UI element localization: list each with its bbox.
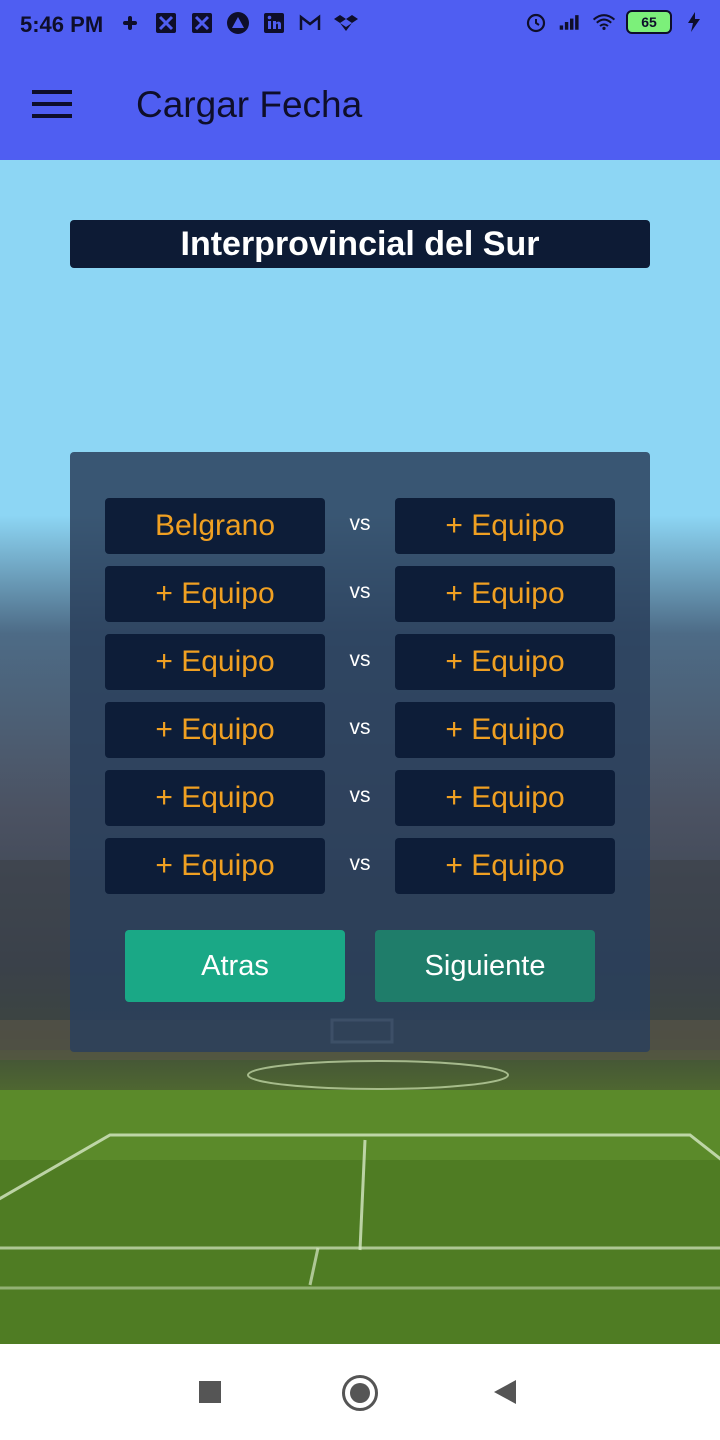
status-bar: 5:46 PM 65	[0, 0, 720, 50]
navigation-bar	[0, 1344, 720, 1440]
app-icon	[154, 11, 178, 35]
page-title: Cargar Fecha	[136, 84, 363, 125]
vs-label: vs	[349, 852, 371, 875]
vs-label: vs	[349, 648, 371, 671]
linkedin-icon	[262, 11, 286, 35]
match-row: Belgrano vs + Equipo	[105, 498, 615, 554]
vs-label: vs	[349, 580, 371, 603]
matches-panel: Belgrano vs + Equipo + Equipo vs + Equip…	[70, 452, 650, 1052]
home-team-button[interactable]: + Equipo	[105, 702, 325, 758]
vs-label: vs	[349, 512, 371, 535]
menu-icon[interactable]	[32, 90, 72, 120]
back-icon[interactable]	[494, 1380, 516, 1404]
dropbox-icon	[334, 11, 358, 35]
wifi-icon	[592, 10, 616, 34]
away-team-button[interactable]: + Equipo	[395, 566, 615, 622]
home-team-button[interactable]: + Equipo	[105, 566, 325, 622]
notification-icons	[118, 11, 358, 35]
app-icon	[190, 11, 214, 35]
home-team-button[interactable]: Belgrano	[105, 498, 325, 554]
vs-label: vs	[349, 784, 371, 807]
system-icons: 65	[524, 10, 706, 34]
battery-level: 65	[641, 14, 657, 30]
away-team-button[interactable]: + Equipo	[395, 770, 615, 826]
home-icon[interactable]	[342, 1375, 378, 1411]
triangle-app-icon	[226, 11, 250, 35]
status-time: 5:46 PM	[20, 12, 104, 37]
slack-icon	[118, 11, 142, 35]
gmail-icon	[298, 11, 322, 35]
back-button[interactable]: Atras	[125, 930, 345, 1002]
signal-icon	[558, 10, 582, 34]
home-team-button[interactable]: + Equipo	[105, 634, 325, 690]
home-team-button[interactable]: + Equipo	[105, 838, 325, 894]
away-team-button[interactable]: + Equipo	[395, 498, 615, 554]
away-team-button[interactable]: + Equipo	[395, 838, 615, 894]
match-row: + Equipo vs + Equipo	[105, 770, 615, 826]
away-team-button[interactable]: + Equipo	[395, 634, 615, 690]
recents-icon[interactable]	[199, 1381, 221, 1403]
away-team-button[interactable]: + Equipo	[395, 702, 615, 758]
home-team-button[interactable]: + Equipo	[105, 770, 325, 826]
alarm-icon	[524, 10, 548, 34]
vs-label: vs	[349, 716, 371, 739]
match-row: + Equipo vs + Equipo	[105, 838, 615, 894]
match-row: + Equipo vs + Equipo	[105, 634, 615, 690]
match-row: + Equipo vs + Equipo	[105, 566, 615, 622]
battery-icon: 65	[626, 10, 672, 34]
next-button[interactable]: Siguiente	[375, 930, 595, 1002]
match-row: + Equipo vs + Equipo	[105, 702, 615, 758]
league-name: Interprovincial del Sur	[70, 220, 650, 268]
charging-icon	[682, 10, 706, 34]
app-bar: 5:46 PM 65 Cargar Fecha	[0, 0, 720, 160]
